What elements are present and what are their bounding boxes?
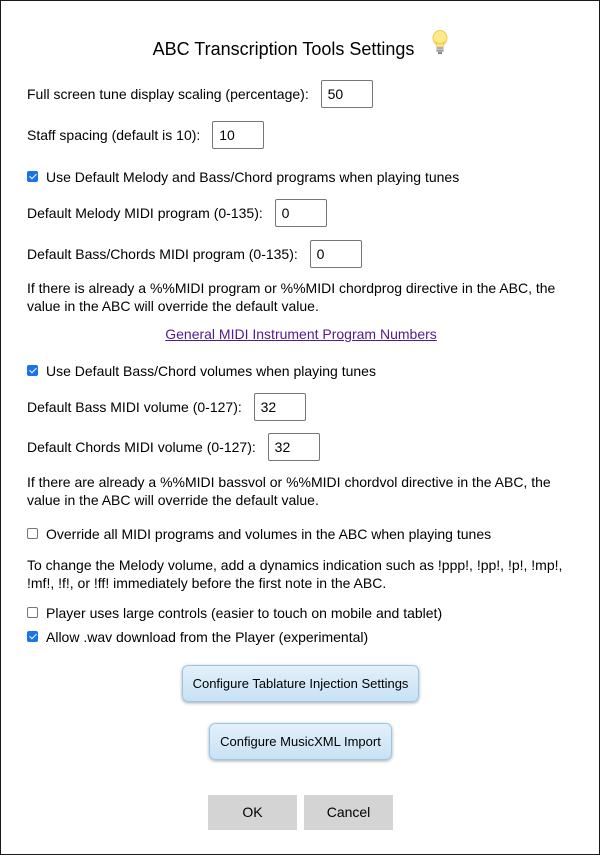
configure-musicxml-button[interactable]: Configure MusicXML Import [209,723,392,760]
bass-program-label: Default Bass/Chords MIDI program (0-135)… [27,246,298,262]
use-default-volumes-row[interactable]: Use Default Bass/Chord volumes when play… [27,361,376,380]
bass-volume-input[interactable]: 32 [253,393,306,421]
large-controls-row[interactable]: Player uses large controls (easier to to… [27,603,442,622]
melody-program-input[interactable]: 0 [274,199,327,227]
use-default-programs-row[interactable]: Use Default Melody and Bass/Chord progra… [27,167,459,186]
midi-program-numbers-link[interactable]: General MIDI Instrument Program Numbers [1,326,600,342]
melody-program-label: Default Melody MIDI program (0-135): [27,205,263,221]
settings-dialog: ABC Transcription Tools Settings Full sc… [0,0,600,855]
dialog-title: ABC Transcription Tools Settings [1,30,600,62]
melody-program-row: Default Melody MIDI program (0-135): 0 [27,199,327,227]
lightbulb-icon [431,30,449,62]
bass-volume-label: Default Bass MIDI volume (0-127): [27,399,242,415]
fullscreen-scaling-row: Full screen tune display scaling (percen… [27,80,373,108]
use-default-programs-label[interactable]: Use Default Melody and Bass/Chord progra… [46,168,459,186]
large-controls-label[interactable]: Player uses large controls (easier to to… [46,604,442,622]
staff-spacing-row: Staff spacing (default is 10): 10 [27,121,265,149]
large-controls-checkbox[interactable] [27,606,38,618]
volume-override-note: If there are already a %%MIDI bassvol or… [27,474,551,508]
override-all-label[interactable]: Override all MIDI programs and volumes i… [46,525,491,543]
bass-volume-row: Default Bass MIDI volume (0-127): 32 [27,393,306,421]
use-default-volumes-label[interactable]: Use Default Bass/Chord volumes when play… [46,362,376,380]
allow-wav-row[interactable]: Allow .wav download from the Player (exp… [27,627,368,646]
staff-spacing-label: Staff spacing (default is 10): [27,127,201,143]
chords-volume-input[interactable]: 32 [267,433,320,461]
use-default-volumes-checkbox[interactable] [27,364,38,376]
bass-program-row: Default Bass/Chords MIDI program (0-135)… [27,240,362,268]
allow-wav-label[interactable]: Allow .wav download from the Player (exp… [46,628,368,646]
override-all-checkbox[interactable] [27,527,38,539]
configure-tablature-button[interactable]: Configure Tablature Injection Settings [182,665,419,702]
program-override-note: If there is already a %%MIDI program or … [27,280,556,314]
dialog-title-text: ABC Transcription Tools Settings [152,39,415,59]
bass-program-input[interactable]: 0 [309,240,362,268]
allow-wav-checkbox[interactable] [27,630,38,642]
chords-volume-label: Default Chords MIDI volume (0-127): [27,439,256,455]
ok-button[interactable]: OK [208,795,297,830]
fullscreen-scaling-input[interactable]: 50 [320,80,373,108]
cancel-button[interactable]: Cancel [304,795,393,830]
chords-volume-row: Default Chords MIDI volume (0-127): 32 [27,433,320,461]
fullscreen-scaling-label: Full screen tune display scaling (percen… [27,86,309,102]
override-all-row[interactable]: Override all MIDI programs and volumes i… [27,524,491,543]
use-default-programs-checkbox[interactable] [27,170,38,182]
staff-spacing-input[interactable]: 10 [212,121,265,149]
melody-volume-note: To change the Melody volume, add a dynam… [27,557,563,591]
